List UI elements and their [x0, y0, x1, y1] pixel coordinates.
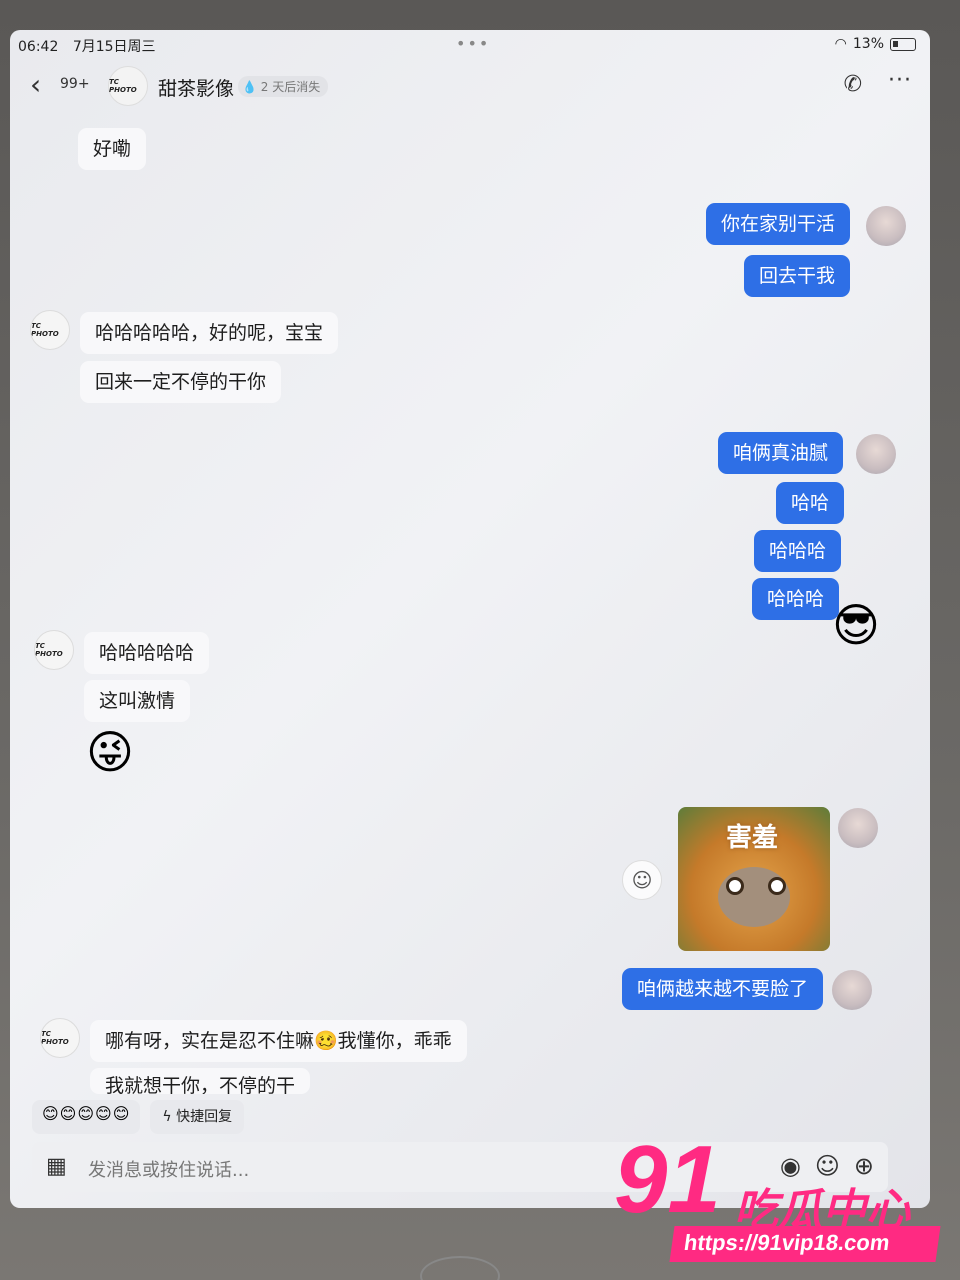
chat-title[interactable]: 甜茶影像	[158, 74, 234, 101]
message-bubble-in[interactable]: 好嘞	[78, 128, 147, 170]
bear-eye	[726, 877, 744, 895]
emoji-message[interactable]: 😜	[86, 726, 134, 778]
chat-screen: 06:42 7月15日周三 ••• ◠ 13% ‹ 99+ TC PHOTO 甜…	[10, 30, 930, 1208]
bear-face	[718, 867, 790, 927]
message-bubble-out[interactable]: 咱俩越来越不要脸了	[622, 968, 824, 1010]
my-avatar[interactable]	[838, 808, 878, 848]
message-bubble-out[interactable]: 哈哈	[776, 482, 845, 524]
device-frame: 06:42 7月15日周三 ••• ◠ 13% ‹ 99+ TC PHOTO 甜…	[0, 0, 960, 1280]
message-bubble-in[interactable]: 我就想干你，不停的干	[90, 1068, 311, 1094]
chat-header: ‹ 99+ TC PHOTO 甜茶影像 💧 2 天后消失 ✆ ···	[10, 62, 930, 112]
message-bubble-out[interactable]: 咱俩真油腻	[718, 432, 844, 474]
sticker-caption: 害羞	[726, 823, 779, 853]
lightning-icon: ϟ	[162, 1109, 172, 1125]
status-date: 7月15日周三	[72, 39, 156, 55]
multitask-dots-icon[interactable]: •••	[456, 34, 490, 53]
expire-badge: 💧 2 天后消失	[238, 76, 329, 97]
contact-avatar[interactable]: TC PHOTO	[40, 1018, 80, 1058]
wifi-icon: ◠	[834, 36, 847, 52]
message-bubble-in[interactable]: 哈哈哈哈哈，好的呢，宝宝	[80, 312, 339, 354]
message-bubble-out[interactable]: 哈哈哈	[752, 578, 840, 620]
my-avatar[interactable]	[856, 434, 896, 474]
message-bubble-in[interactable]: 哪有呀，实在是忍不住嘛🥴我懂你，乖乖	[90, 1020, 467, 1062]
watermark-url: https://91vip18.com	[669, 1226, 941, 1262]
phone-icon[interactable]: ✆	[844, 72, 862, 97]
contact-avatar[interactable]: TC PHOTO	[30, 310, 70, 350]
quick-reply-button[interactable]: ϟ 快捷回复	[150, 1100, 245, 1134]
home-button[interactable]	[420, 1256, 500, 1280]
flame-icon: 💧	[242, 80, 257, 94]
status-bar: 06:42 7月15日周三 ••• ◠ 13%	[10, 30, 930, 60]
my-avatar[interactable]	[866, 206, 906, 246]
apps-icon[interactable]: ▦	[46, 1154, 67, 1179]
quick-reply-bar: 😊😊😊😊😊 ϟ 快捷回复	[32, 1100, 245, 1134]
status-time: 06:42	[18, 39, 59, 55]
message-bubble-out[interactable]: 哈哈哈	[754, 530, 842, 572]
watermark-number: 91	[614, 1126, 721, 1233]
cool-sticker-icon: 😎	[832, 598, 880, 652]
message-bubble-in[interactable]: 哈哈哈哈哈	[84, 632, 210, 674]
more-icon[interactable]: ···	[888, 68, 912, 93]
contact-avatar[interactable]: TC PHOTO	[34, 630, 74, 670]
message-input[interactable]: 发消息或按住说话...	[88, 1156, 249, 1182]
my-avatar[interactable]	[832, 970, 872, 1010]
sticker-image[interactable]: 害羞	[678, 807, 830, 951]
message-bubble-in[interactable]: 回来一定不停的干你	[80, 361, 282, 403]
battery-percent: 13%	[852, 36, 884, 52]
chevron-left-icon[interactable]: ‹	[30, 70, 41, 100]
message-bubble-in[interactable]: 这叫激情	[84, 680, 191, 722]
unread-count[interactable]: 99+	[60, 76, 90, 92]
site-watermark: 91 吃瓜中心 https://91vip18.com	[610, 1130, 950, 1270]
message-bubble-out[interactable]: 你在家别干活	[706, 203, 851, 245]
contact-avatar[interactable]: TC PHOTO	[108, 66, 148, 106]
add-emoji-icon[interactable]: ☺	[622, 860, 662, 900]
quick-emoji-row[interactable]: 😊😊😊😊😊	[32, 1100, 141, 1134]
battery-icon	[890, 37, 916, 51]
bear-eye	[768, 877, 786, 895]
message-bubble-out[interactable]: 回去干我	[744, 255, 851, 297]
